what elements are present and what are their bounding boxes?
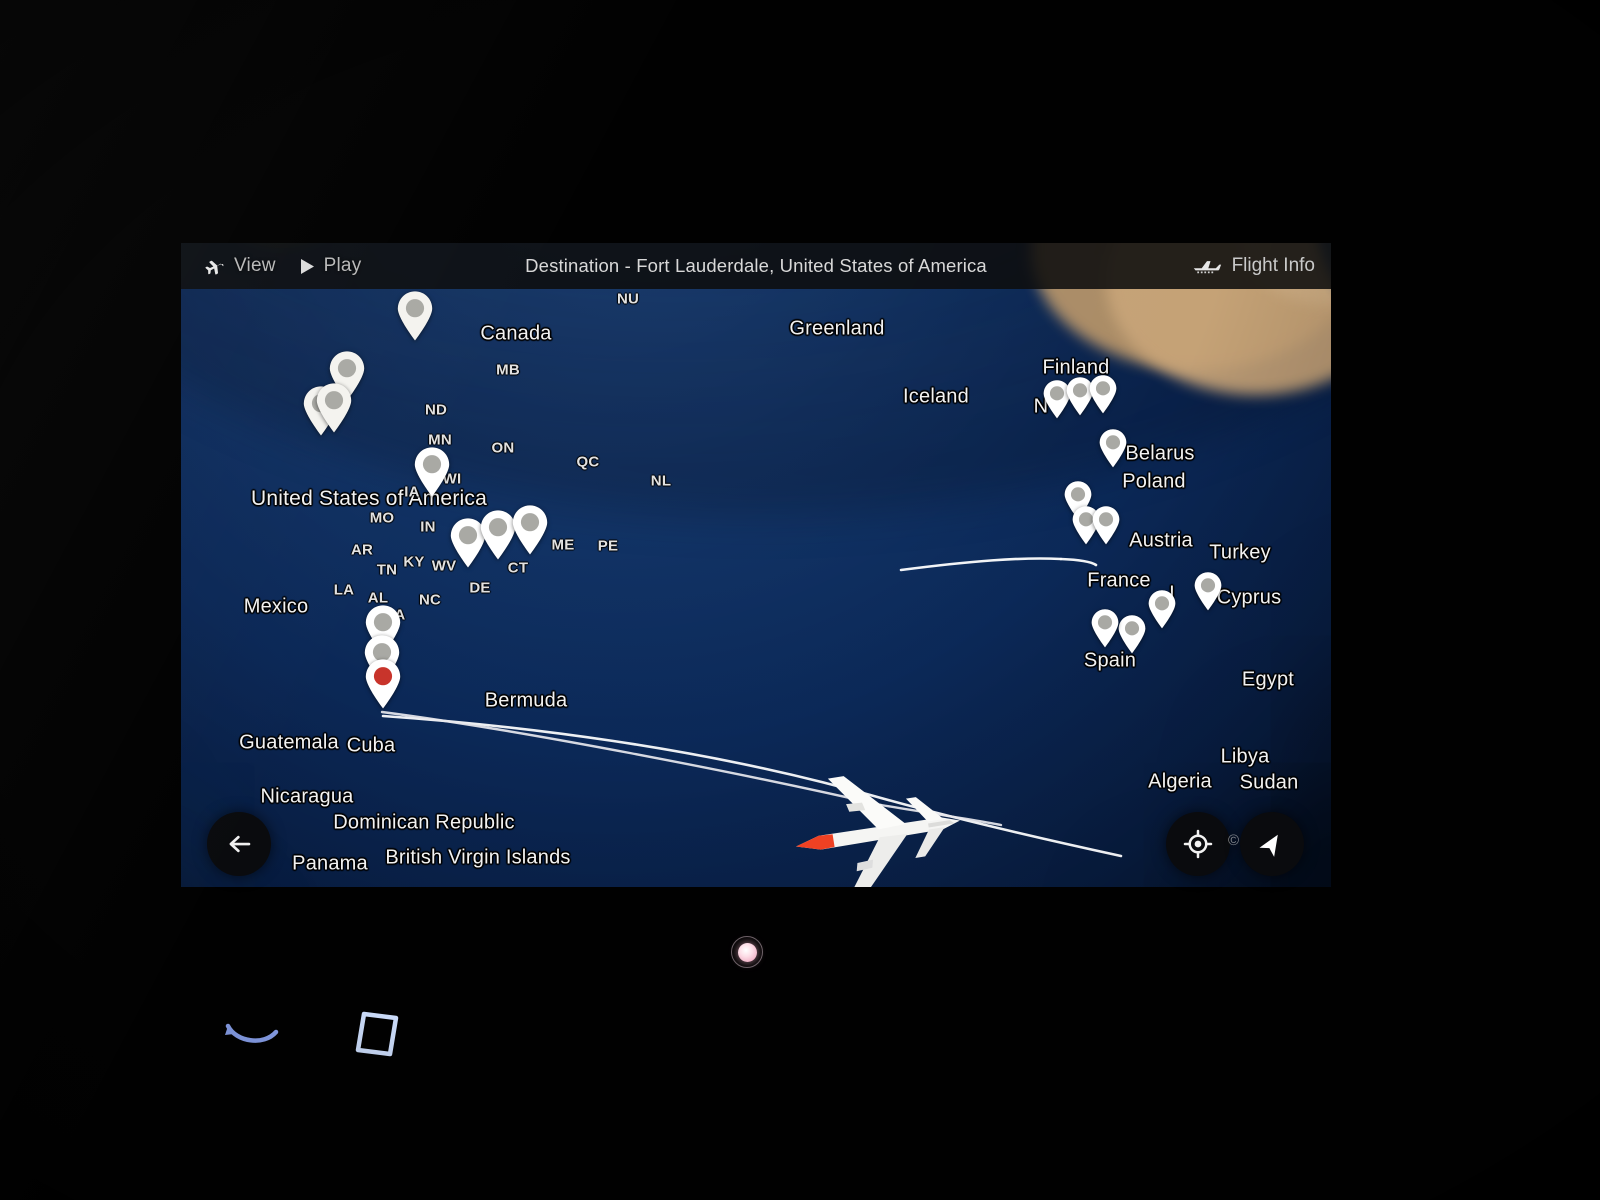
map-pin[interactable] [1098,428,1129,468]
ife-screen: Canada Greenland Iceland Finland N Belarus Pol… [181,243,1331,887]
play-button[interactable]: Play [300,255,362,277]
map-back-button[interactable] [207,812,271,876]
moving-map[interactable]: Canada Greenland Iceland Finland N Belarus Pol… [181,243,1331,887]
map-pin[interactable] [1147,589,1178,629]
map-pin[interactable] [412,446,452,497]
android-back-icon[interactable] [222,1012,284,1052]
side-airplane-icon [1192,256,1222,276]
map-pin[interactable] [314,382,354,433]
view-menu-button[interactable]: View [203,255,276,277]
globe-terminator [181,243,1331,887]
crosshair-target-icon [1183,829,1213,859]
center-on-aircraft-button[interactable] [1166,812,1230,876]
map-pin[interactable] [1193,571,1224,611]
navigation-arrow-icon [1258,830,1286,858]
status-led-core [737,942,757,962]
view-label: View [234,255,276,276]
map-pin[interactable] [395,290,435,341]
navigation-orientation-button[interactable] [1240,812,1304,876]
map-pin[interactable] [363,658,403,709]
earth-globe [181,243,1331,887]
android-home-square-icon[interactable] [348,1008,410,1060]
seatback-device: Canada Greenland Iceland Finland N Belarus Pol… [0,0,1600,1200]
map-pin[interactable] [510,504,550,555]
airplane-icon [203,255,225,277]
flight-info-label: Flight Info [1231,255,1315,276]
map-pin[interactable] [1091,505,1122,545]
map-top-bar: View Play Destination - Fort Lauderdale,… [181,243,1331,289]
arrow-left-icon [224,829,254,859]
map-pin[interactable] [1117,614,1148,654]
map-pin[interactable] [1090,608,1121,648]
status-led [731,936,763,968]
map-pin[interactable] [1088,374,1119,414]
flight-info-button[interactable]: Flight Info [1192,255,1315,277]
play-label: Play [323,255,362,276]
play-triangle-icon [300,258,315,275]
